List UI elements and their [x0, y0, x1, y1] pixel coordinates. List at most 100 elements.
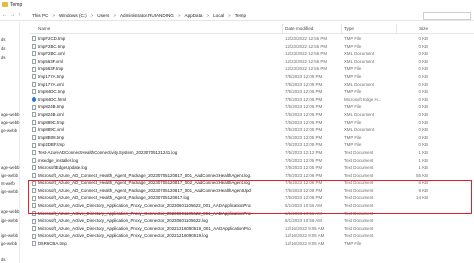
- file-row[interactable]: D5R6CBA.tmp 12/16/2022 9:05 AM TMP File: [30, 240, 474, 248]
- file-size: 1 KB: [418, 165, 428, 171]
- breadcrumb-item[interactable]: Users: [97, 13, 109, 18]
- column-name-header[interactable]: Name: [38, 26, 50, 31]
- file-row[interactable]: tmpF2BC.xml 12/23/2022 12:55 PM XML Docume…: [30, 50, 474, 58]
- nav-item[interactable]: age-webb: [0, 165, 20, 170]
- breadcrumb-separator[interactable]: >: [178, 13, 181, 18]
- file-row[interactable]: tmp177A.xml 7/5/2023 12:05 PM XML Document…: [30, 81, 474, 89]
- nav-item[interactable]: age-webb: [0, 120, 20, 125]
- file-size: 0 KB: [418, 127, 428, 133]
- nav-item[interactable]: age-webb: [0, 112, 20, 117]
- up-arrow-icon[interactable]: ↑: [18, 12, 21, 18]
- file-row[interactable]: tmpF2CD.tmp 12/23/2022 12:55 PM TMP File 0 …: [30, 35, 474, 43]
- forward-arrow-icon[interactable]: →: [10, 12, 15, 18]
- nav-item[interactable]: ige-webb: [0, 233, 20, 238]
- file-row[interactable]: tmp563F.xml 12/23/2022 12:55 PM XML Docume…: [30, 58, 474, 66]
- file-date: 7/5/2023 12:05 PM: [285, 134, 323, 140]
- file-icon: [32, 127, 36, 133]
- file-icon: [32, 74, 36, 80]
- breadcrumb-separator[interactable]: >: [91, 13, 94, 18]
- nav-item[interactable]: ge-webb: [0, 128, 20, 133]
- file-type: Text Document: [344, 165, 374, 171]
- file-type: TMP File: [344, 241, 362, 247]
- file-row[interactable]: tmpF2BC.tmp 12/23/2022 12:55 PM TMP File 0 …: [30, 43, 474, 51]
- file-row[interactable]: Microsoft_Azure_AD_Connect_Health_Agent_…: [30, 172, 474, 180]
- column-divider[interactable]: [396, 24, 397, 33]
- column-divider[interactable]: [282, 24, 283, 33]
- file-type: Text Document: [344, 172, 374, 178]
- breadcrumb-item[interactable]: AppData: [185, 13, 203, 18]
- breadcrumb-item[interactable]: Administrator.RUIANDING: [120, 13, 174, 18]
- file-row[interactable]: tmp889C.xml 7/5/2023 12:05 PM XML Document…: [30, 126, 474, 134]
- file-row[interactable]: Test-AzureADConnectHealthConnectivity.Sy…: [30, 149, 474, 157]
- edge-html-icon: [32, 97, 36, 103]
- file-size: 1 KB: [418, 149, 428, 155]
- nav-item[interactable]: nt-wefb: [0, 181, 20, 186]
- file-row[interactable]: Microsoft_Azure_Active_Directory_Applica…: [30, 217, 474, 225]
- file-size: 0 KB: [418, 81, 428, 87]
- breadcrumb-separator[interactable]: >: [113, 13, 116, 18]
- file-size: 0 KB: [418, 43, 428, 49]
- file-row[interactable]: Microsoft_Azure_Active_Directory_Applica…: [30, 232, 474, 240]
- nav-item[interactable]: ige-webb: [0, 173, 20, 178]
- nav-item[interactable]: ds: [0, 257, 20, 262]
- file-icon: [32, 89, 36, 95]
- column-type-header[interactable]: Type: [344, 26, 354, 31]
- nav-item[interactable]: ds: [0, 55, 20, 60]
- column-date-header[interactable]: Date modified: [285, 26, 313, 31]
- file-row[interactable]: MicrosoftEdgeUpdate.log 7/5/2023 12:05 PM…: [30, 164, 474, 172]
- file-row[interactable]: tmp8B08.tmp 7/5/2023 12:05 PM TMP File 0 KB: [30, 134, 474, 142]
- nav-item[interactable]: ige-webb: [0, 189, 20, 194]
- nav-item[interactable]: age-webb: [0, 209, 20, 214]
- breadcrumb-item[interactable]: This PC: [32, 13, 48, 18]
- file-date: 7/5/2023 12:05 PM: [285, 127, 323, 133]
- file-name: Microsoft_Azure_Active_Directory_Applica…: [38, 218, 208, 224]
- nav-item[interactable]: ds: [0, 37, 20, 42]
- file-date: 12/16/2022 9:05 AM: [285, 241, 325, 247]
- breadcrumb-separator[interactable]: >: [228, 13, 231, 18]
- breadcrumb-separator[interactable]: >: [52, 13, 55, 18]
- file-type: Text Document: [344, 225, 374, 231]
- nav-item[interactable]: ige-webb: [0, 218, 20, 223]
- file-icon: [32, 218, 36, 224]
- breadcrumb-item[interactable]: Local: [213, 13, 224, 18]
- back-arrow-icon[interactable]: ←: [2, 12, 7, 18]
- file-type: TMP File: [344, 134, 362, 140]
- file-name: D5R6CBA.tmp: [38, 241, 67, 247]
- column-size-header[interactable]: Size: [400, 26, 428, 31]
- file-icon: [32, 112, 36, 118]
- file-row[interactable]: msedge_installer.log 7/5/2023 12:05 PM Tex…: [30, 157, 474, 165]
- file-size: 0 KB: [418, 51, 428, 57]
- nav-item[interactable]: ds: [0, 46, 20, 51]
- file-icon: [32, 66, 36, 72]
- breadcrumb-item[interactable]: Temp: [235, 13, 246, 18]
- file-icon: [32, 150, 36, 156]
- file-row[interactable]: tmp824B.xml 7/5/2023 12:05 PM XML Document…: [30, 111, 474, 119]
- file-row[interactable]: tmp84DC.tmp 7/5/2023 12:05 PM TMP File 0 KB: [30, 88, 474, 96]
- breadcrumb: This PC > Windows (C:) > Users > Administrator…: [32, 13, 246, 18]
- file-type: Text Document: [344, 157, 374, 163]
- file-row[interactable]: tmp84DC.html 7/5/2023 12:05 PM Microsoft E…: [30, 96, 474, 104]
- file-icon: [32, 135, 36, 141]
- breadcrumb-separator[interactable]: >: [206, 13, 209, 18]
- file-type: XML Document: [344, 127, 375, 133]
- column-divider[interactable]: [341, 24, 342, 33]
- file-row[interactable]: tmp2DBF.tmp 7/5/2023 12:05 PM TMP File 0 KB: [30, 141, 474, 149]
- file-row[interactable]: tmp889C.tmp 7/5/2023 12:05 PM TMP File 0 KB: [30, 119, 474, 127]
- search-box[interactable]: [423, 12, 471, 20]
- nav-item[interactable]: ge-webb: [0, 241, 20, 246]
- file-name: tmp563F.tmp: [38, 66, 64, 72]
- file-row[interactable]: Microsoft_Azure_Active_Directory_Applica…: [30, 225, 474, 233]
- file-name: tmpF2CD.tmp: [38, 36, 66, 41]
- file-date: 7/5/2023 12:05 PM: [285, 111, 323, 117]
- file-date: 7/5/2023 12:05 PM: [285, 81, 323, 87]
- breadcrumb-item[interactable]: Windows (C:): [59, 13, 87, 18]
- file-size: 0 KB: [418, 89, 428, 95]
- file-row[interactable]: tmp563F.tmp 12/23/2022 12:55 PM TMP File 0 …: [30, 65, 474, 73]
- file-row[interactable]: tmp824B.tmp 7/5/2023 12:05 PM TMP File 0 KB: [30, 103, 474, 111]
- file-row[interactable]: tmp177A.tmp 7/5/2023 12:05 PM TMP File 0 KB: [30, 73, 474, 81]
- file-type: XML Document: [344, 58, 375, 64]
- file-name: Microsoft_Azure_Active_Directory_Applica…: [38, 233, 209, 239]
- file-type: TMP File: [344, 36, 362, 41]
- address-bar: ← → ↑ This PC > Windows (C:) > Users > Adminis…: [0, 11, 474, 21]
- file-name: tmp84DC.tmp: [38, 89, 66, 95]
